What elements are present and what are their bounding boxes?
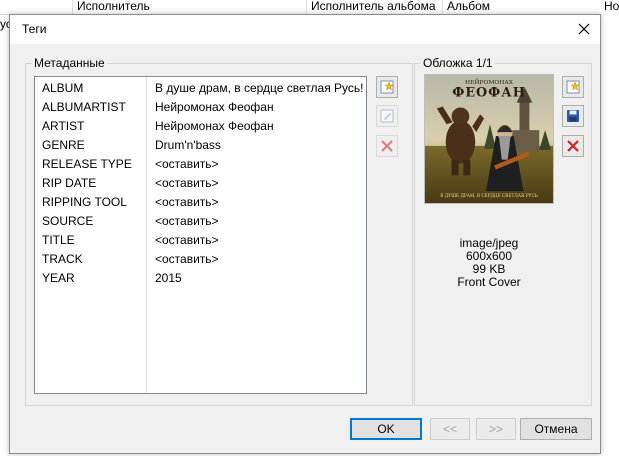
metadata-key: RELEASE TYPE <box>42 157 132 171</box>
add-field-icon <box>380 80 394 94</box>
background-column-header: Исполнитель Исполнитель альбома Альбом <box>0 0 619 15</box>
metadata-row[interactable]: RIPPING TOOL <оставить> <box>35 192 366 211</box>
metadata-row[interactable]: YEAR 2015 <box>35 268 366 287</box>
edit-field-icon <box>380 109 394 123</box>
save-cover-icon <box>567 110 579 122</box>
svg-text:ФЕОФАН: ФЕОФАН <box>452 86 526 101</box>
metadata-value: <оставить> <box>155 157 219 171</box>
dialog-titlebar: Теги <box>10 15 600 44</box>
add-cover-icon <box>566 80 580 94</box>
metadata-row[interactable]: GENRE Drum'n'bass <box>35 135 366 154</box>
add-cover-button[interactable] <box>562 76 584 98</box>
metadata-value: <оставить> <box>155 214 219 228</box>
ok-button[interactable]: OK <box>350 418 422 440</box>
metadata-key: RIPPING TOOL <box>42 195 127 209</box>
remove-cover-button[interactable] <box>562 135 584 157</box>
metadata-key: TRACK <box>42 252 83 266</box>
metadata-value: <оставить> <box>155 195 219 209</box>
cancel-button[interactable]: Отмена <box>520 418 592 440</box>
column-header-album[interactable]: Альбом <box>442 0 607 14</box>
remove-field-button[interactable] <box>376 135 398 157</box>
metadata-key: RIP DATE <box>42 176 97 190</box>
metadata-key: ALBUM <box>42 81 84 95</box>
column-header-artist[interactable]: Исполнитель <box>72 0 309 14</box>
metadata-row[interactable]: TRACK <оставить> <box>35 249 366 268</box>
metadata-key: ALBUMARTIST <box>42 100 126 114</box>
column-header-album-artist[interactable]: Исполнитель альбома <box>306 0 445 14</box>
metadata-key: ARTIST <box>42 119 85 133</box>
metadata-value: <оставить> <box>155 252 219 266</box>
remove-field-icon <box>381 140 393 152</box>
metadata-key: SOURCE <box>42 214 94 228</box>
close-icon <box>578 23 590 35</box>
close-button[interactable] <box>574 19 594 39</box>
metadata-row[interactable]: ALBUMARTIST Нейромонах Феофан <box>35 97 366 116</box>
metadata-key: TITLE <box>42 233 75 247</box>
cover-type: Front Cover <box>457 275 521 289</box>
background-right-column: Но <box>602 0 619 456</box>
metadata-value: Drum'n'bass <box>155 138 221 152</box>
svg-text:В ДУШЕ ДРАМ, В СЕРДЦЕ СВЕТЛАЯ: В ДУШЕ ДРАМ, В СЕРДЦЕ СВЕТЛАЯ РУСЬ <box>440 193 538 198</box>
metadata-legend: Метаданные <box>34 56 105 70</box>
previous-button[interactable]: << <box>430 418 470 440</box>
edit-field-button[interactable] <box>376 105 398 127</box>
metadata-key: YEAR <box>42 271 75 285</box>
metadata-key: GENRE <box>42 138 85 152</box>
metadata-value: Нейромонах Феофан <box>155 100 274 114</box>
metadata-row[interactable]: ALBUM В душе драм, в сердце светлая Русь! <box>35 78 366 97</box>
metadata-row[interactable]: RELEASE TYPE <оставить> <box>35 154 366 173</box>
next-button[interactable]: >> <box>476 418 516 440</box>
metadata-value: <оставить> <box>155 176 219 190</box>
metadata-list[interactable]: ALBUM В душе драм, в сердце светлая Русь!… <box>34 76 367 394</box>
metadata-row[interactable]: ARTIST Нейромонах Феофан <box>35 116 366 135</box>
metadata-row[interactable]: RIP DATE <оставить> <box>35 173 366 192</box>
metadata-value: 2015 <box>155 271 182 285</box>
save-cover-button[interactable] <box>562 105 584 127</box>
metadata-value: Нейромонах Феофан <box>155 119 274 133</box>
tags-dialog: Теги Метаданные ALBUM В душе драм, в серд… <box>9 14 601 454</box>
add-field-button[interactable] <box>376 76 398 98</box>
remove-cover-icon <box>567 140 579 152</box>
dialog-title: Теги <box>22 22 47 36</box>
cover-image[interactable]: НЕЙРОМОНАХ ФЕОФАН В ДУШЕ ДРАМ, В СЕРДЦЕ … <box>424 74 554 204</box>
cover-legend: Обложка 1/1 <box>423 56 493 70</box>
metadata-row[interactable]: SOURCE <оставить> <box>35 211 366 230</box>
metadata-value: В душе драм, в сердце светлая Русь! <box>155 81 364 95</box>
album-cover-art: НЕЙРОМОНАХ ФЕОФАН В ДУШЕ ДРАМ, В СЕРДЦЕ … <box>425 75 553 203</box>
metadata-value: <оставить> <box>155 233 219 247</box>
svg-text:НЕЙРОМОНАХ: НЕЙРОМОНАХ <box>465 78 514 86</box>
cover-info: image/jpeg 600x600 99 KB Front Cover <box>426 237 552 289</box>
metadata-row[interactable]: TITLE <оставить> <box>35 230 366 249</box>
